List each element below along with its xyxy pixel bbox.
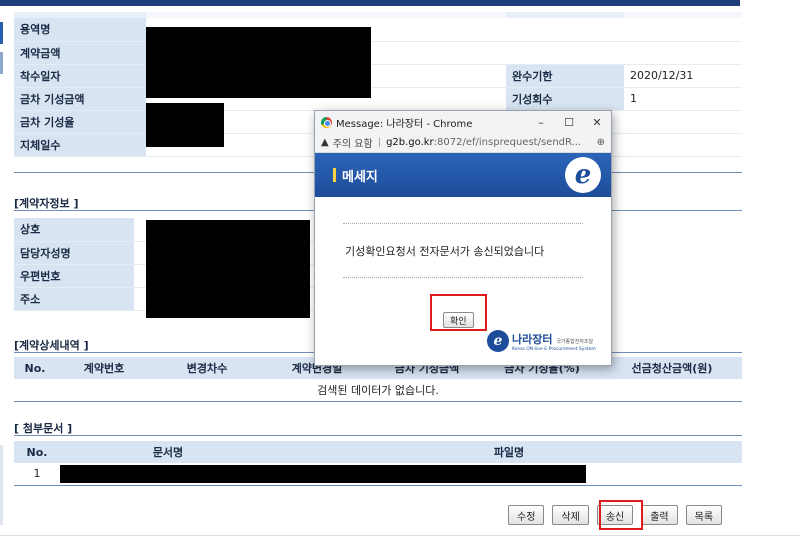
label-contract-amount: 계약금액 <box>14 41 146 65</box>
value-deadline: 2020/12/31 <box>623 64 742 88</box>
popup-window-title: Message: 나라장터 - Chrome <box>336 118 473 130</box>
column-header: 문서명 <box>60 441 276 463</box>
label-progress-rate: 금차 기성율 <box>14 110 146 134</box>
ok-highlight <box>430 294 487 331</box>
minimize-icon[interactable]: – <box>527 116 555 129</box>
column-header: No. <box>14 357 56 379</box>
redacted-block <box>60 465 586 483</box>
contractor-section-title: [계약자정보 ] <box>14 197 79 210</box>
maximize-icon[interactable]: ☐ <box>555 116 583 129</box>
brand-small: 국가종합전자조달 <box>556 338 594 345</box>
attachments-section-title: [ 첨부문서 ] <box>14 422 73 435</box>
delete-button[interactable]: 삭제 <box>552 505 589 525</box>
label-postal-code: 우편번호 <box>14 264 134 288</box>
redacted-block <box>146 103 224 147</box>
left-accent-bar <box>0 22 3 44</box>
close-icon[interactable]: ✕ <box>583 116 611 129</box>
chrome-icon <box>321 116 332 128</box>
url-path: :8072/ef/insprequest/sendR... <box>433 137 582 148</box>
label-deadline: 완수기한 <box>505 64 624 88</box>
url-host: g2b.go.kr <box>386 137 434 148</box>
narajangteo-brand: e 나라장터 국가종합전자조달 Korea ON-line E-Procurem… <box>487 330 596 352</box>
label-progress-count: 기성회수 <box>505 87 624 111</box>
label-start-date: 착수일자 <box>14 64 146 88</box>
column-header: No. <box>14 441 60 463</box>
redacted-block <box>146 27 371 71</box>
popup-body: 기성확인요청서 전자문서가 송신되었습니다 확인 e 나라장터 국가종합전자조달… <box>315 199 611 365</box>
brand-name: 나라장터 <box>512 332 553 346</box>
narajangteo-logo-icon: e <box>565 157 601 193</box>
zoom-icon[interactable]: ⊕ <box>597 137 605 148</box>
label-manager-name: 담당자성명 <box>14 241 134 265</box>
popup-header: 메세지 e <box>315 153 611 197</box>
warning-icon: ▲ <box>321 137 329 148</box>
column-header: 변경차수 <box>152 357 262 379</box>
column-header: 파일명 <box>276 441 742 463</box>
window-controls: – ☐ ✕ <box>527 116 611 129</box>
redacted-block <box>146 71 371 98</box>
value-progress-count: 1 <box>623 87 742 111</box>
narajangteo-e-icon: e <box>487 330 509 352</box>
left-side-strip <box>0 445 3 525</box>
list-button[interactable]: 목록 <box>685 505 723 525</box>
label-delay-days: 지체일수 <box>14 133 146 157</box>
popup-message: 기성확인요청서 전자문서가 송신되었습니다 <box>345 245 545 258</box>
dotted-divider <box>343 277 583 278</box>
label-service-name: 용역명 <box>14 18 146 42</box>
redacted-block <box>146 220 310 318</box>
contract-detail-section-title: [계약상세내역 ] <box>14 339 89 352</box>
title-marker-icon <box>333 168 336 182</box>
popup-url-bar[interactable]: ▲ 주의 요함 | g2b.go.kr:8072/ef/insprequest/… <box>315 133 611 153</box>
url-separator: | <box>377 137 382 148</box>
dotted-divider <box>343 223 583 224</box>
edit-button[interactable]: 수정 <box>508 505 545 525</box>
footer-divider <box>0 535 800 536</box>
print-button[interactable]: 출력 <box>641 505 678 525</box>
popup-header-title: 메세지 <box>342 169 378 185</box>
column-header: 계약번호 <box>56 357 152 379</box>
column-header: 선금청산금액(원) <box>602 357 742 379</box>
empty-message: 검색된 데이터가 없습니다. <box>14 379 742 402</box>
label-address: 주소 <box>14 287 134 311</box>
label-company: 상호 <box>14 218 134 242</box>
security-label: 주의 요함 <box>332 139 373 150</box>
send-highlight <box>599 500 643 530</box>
top-header-bar <box>0 0 740 6</box>
popup-titlebar[interactable]: Message: 나라장터 - Chrome – ☐ ✕ <box>315 111 611 133</box>
brand-subtitle: Korea ON-line E-Procurement System <box>512 346 596 352</box>
label-progress-amount: 금차 기성금액 <box>14 87 146 111</box>
left-accent-bar-secondary <box>0 52 3 74</box>
attachment-no: 1 <box>14 463 60 486</box>
section-divider <box>14 435 742 436</box>
